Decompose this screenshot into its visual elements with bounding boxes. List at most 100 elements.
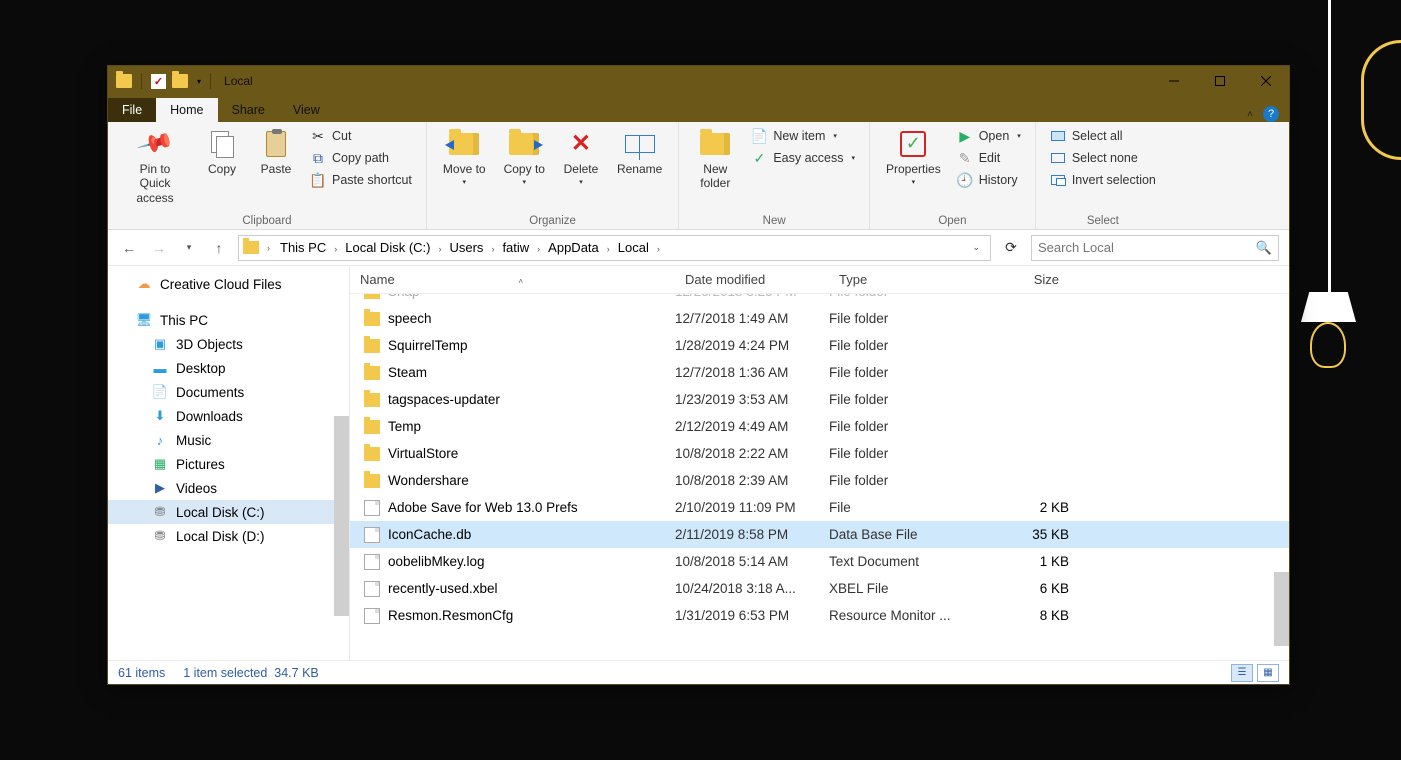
file-name: Temp	[388, 419, 421, 434]
history-button[interactable]: 🕘History	[953, 170, 1025, 190]
list-scrollbar-thumb[interactable]	[1274, 572, 1289, 646]
breadcrumb-segment[interactable]: Users	[445, 238, 487, 257]
chevron-right-icon[interactable]: ›	[603, 244, 614, 254]
copy-path-button[interactable]: ⧉Copy path	[306, 148, 416, 168]
nav-scrollbar-thumb[interactable]	[334, 416, 349, 616]
navigation-pane[interactable]: ☁Creative Cloud Files 🖥This PC▣3D Objects…	[108, 266, 350, 660]
breadcrumb-segment[interactable]: Local Disk (C:)	[341, 238, 434, 257]
nav-item[interactable]: ▦Pictures	[108, 452, 349, 476]
copy-button[interactable]: Copy	[198, 126, 246, 178]
up-button[interactable]: ↑	[208, 237, 230, 259]
help-icon[interactable]: ?	[1263, 106, 1279, 122]
file-row[interactable]: Adobe Save for Web 13.0 Prefs2/10/2019 1…	[350, 494, 1289, 521]
chevron-right-icon[interactable]: ›	[653, 244, 664, 254]
tab-file[interactable]: File	[108, 98, 156, 122]
nav-item[interactable]: ▬Desktop	[108, 356, 349, 380]
search-box[interactable]: 🔍	[1031, 235, 1279, 261]
paste-button[interactable]: Paste	[252, 126, 300, 178]
copy-to-button[interactable]: Copy to▾	[498, 126, 551, 190]
view-large-icons-button[interactable]: ▦	[1257, 664, 1279, 682]
sort-indicator-icon: ˄	[518, 277, 523, 286]
column-type[interactable]: Type	[829, 272, 979, 287]
paste-shortcut-button[interactable]: 📋Paste shortcut	[306, 170, 416, 190]
tab-share[interactable]: Share	[218, 98, 279, 122]
chevron-right-icon[interactable]: ›	[487, 244, 498, 254]
collapse-ribbon-icon[interactable]: ˄	[1247, 109, 1253, 120]
delete-button[interactable]: ✕ Delete▾	[557, 126, 605, 190]
address-dropdown-icon[interactable]: ⌄	[966, 242, 986, 253]
nav-item[interactable]: ⛃Local Disk (C:)	[108, 500, 349, 524]
properties-button[interactable]: ✓ Properties▾	[880, 126, 947, 190]
refresh-button[interactable]: ⟳	[999, 235, 1023, 261]
file-row[interactable]: SquirrelTemp1/28/2019 4:24 PMFile folder	[350, 332, 1289, 359]
file-row[interactable]: Resmon.ResmonCfg1/31/2019 6:53 PMResourc…	[350, 602, 1289, 629]
folder-icon	[364, 294, 380, 299]
nav-item[interactable]: ⬇Downloads	[108, 404, 349, 428]
breadcrumb-segment[interactable]: AppData	[544, 238, 603, 257]
nav-item[interactable]: 📄Documents	[108, 380, 349, 404]
file-row[interactable]: VirtualStore10/8/2018 2:22 AMFile folder	[350, 440, 1289, 467]
file-row[interactable]: tagspaces-updater1/23/2019 3:53 AMFile f…	[350, 386, 1289, 413]
nav-item[interactable]: ♪Music	[108, 428, 349, 452]
nav-item-icon: ▣	[152, 336, 168, 352]
nav-item[interactable]: ☁Creative Cloud Files	[108, 272, 349, 296]
chevron-right-icon[interactable]: ›	[434, 244, 445, 254]
tab-view[interactable]: View	[279, 98, 334, 122]
breadcrumb-segment[interactable]: Local	[614, 238, 653, 257]
chevron-right-icon[interactable]: ›	[533, 244, 544, 254]
column-name[interactable]: Name ˄	[350, 272, 675, 287]
edit-button[interactable]: ✎Edit	[953, 148, 1025, 168]
qat-properties-icon[interactable]: ✓	[151, 74, 166, 89]
breadcrumb[interactable]: › This PC›Local Disk (C:)›Users›fatiw›Ap…	[238, 235, 991, 261]
file-row[interactable]: Temp2/12/2019 4:49 AMFile folder	[350, 413, 1289, 440]
select-all-button[interactable]: Select all	[1046, 126, 1160, 146]
file-row[interactable]: Wondershare10/8/2018 2:39 AMFile folder	[350, 467, 1289, 494]
app-icon[interactable]	[116, 74, 132, 88]
nav-item[interactable]: ▶Videos	[108, 476, 349, 500]
search-input[interactable]	[1038, 240, 1256, 255]
file-name: IconCache.db	[388, 527, 471, 542]
breadcrumb-segment[interactable]: This PC	[276, 238, 330, 257]
new-item-button[interactable]: 📄New item▾	[747, 126, 859, 146]
tab-home[interactable]: Home	[156, 98, 217, 122]
forward-button[interactable]: →	[148, 237, 170, 259]
nav-item[interactable]: ▣3D Objects	[108, 332, 349, 356]
pin-to-quick-access-button[interactable]: 📌 Pin to Quick access	[118, 126, 192, 207]
close-button[interactable]	[1243, 66, 1289, 96]
file-type: File folder	[829, 365, 979, 380]
open-button[interactable]: ▶Open▾	[953, 126, 1025, 146]
cut-button[interactable]: ✂Cut	[306, 126, 416, 146]
easy-access-button[interactable]: ✓Easy access▾	[747, 148, 859, 168]
file-row[interactable]: speech12/7/2018 1:49 AMFile folder	[350, 305, 1289, 332]
qat-newfolder-icon[interactable]	[172, 74, 188, 88]
recent-locations-button[interactable]: ▾	[178, 237, 200, 259]
breadcrumb-segment[interactable]: fatiw	[498, 238, 533, 257]
file-row[interactable]: Steam12/7/2018 1:36 AMFile folder	[350, 359, 1289, 386]
maximize-button[interactable]	[1197, 66, 1243, 96]
file-row[interactable]: Snap12/23/2018 3:23 PMFile folder	[350, 294, 1289, 305]
group-select: Select all Select none Invert selection …	[1036, 122, 1170, 229]
rename-button[interactable]: Rename	[611, 126, 668, 178]
file-date: 10/24/2018 3:18 A...	[675, 581, 829, 596]
invert-selection-button[interactable]: Invert selection	[1046, 170, 1160, 190]
chevron-right-icon[interactable]: ›	[330, 244, 341, 254]
move-to-button[interactable]: Move to▾	[437, 126, 492, 190]
qat-customize-icon[interactable]: ▾	[197, 77, 201, 86]
nav-item[interactable]: ⛃Local Disk (D:)	[108, 524, 349, 548]
nav-item-label: Videos	[176, 481, 217, 496]
column-date[interactable]: Date modified	[675, 272, 829, 287]
column-size[interactable]: Size	[979, 272, 1069, 287]
back-button[interactable]: ←	[118, 237, 140, 259]
file-type: File folder	[829, 392, 979, 407]
nav-item[interactable]: 🖥This PC	[108, 308, 349, 332]
breadcrumb-root-icon[interactable]	[243, 241, 259, 254]
search-icon[interactable]: 🔍	[1256, 240, 1272, 256]
chevron-right-icon[interactable]: ›	[263, 243, 274, 253]
view-details-button[interactable]: ☰	[1231, 664, 1253, 682]
file-row[interactable]: IconCache.db2/11/2019 8:58 PMData Base F…	[350, 521, 1289, 548]
select-none-button[interactable]: Select none	[1046, 148, 1160, 168]
file-row[interactable]: recently-used.xbel10/24/2018 3:18 A...XB…	[350, 575, 1289, 602]
minimize-button[interactable]	[1151, 66, 1197, 96]
file-row[interactable]: oobelibMkey.log10/8/2018 5:14 AMText Doc…	[350, 548, 1289, 575]
new-folder-button[interactable]: New folder	[689, 126, 741, 193]
